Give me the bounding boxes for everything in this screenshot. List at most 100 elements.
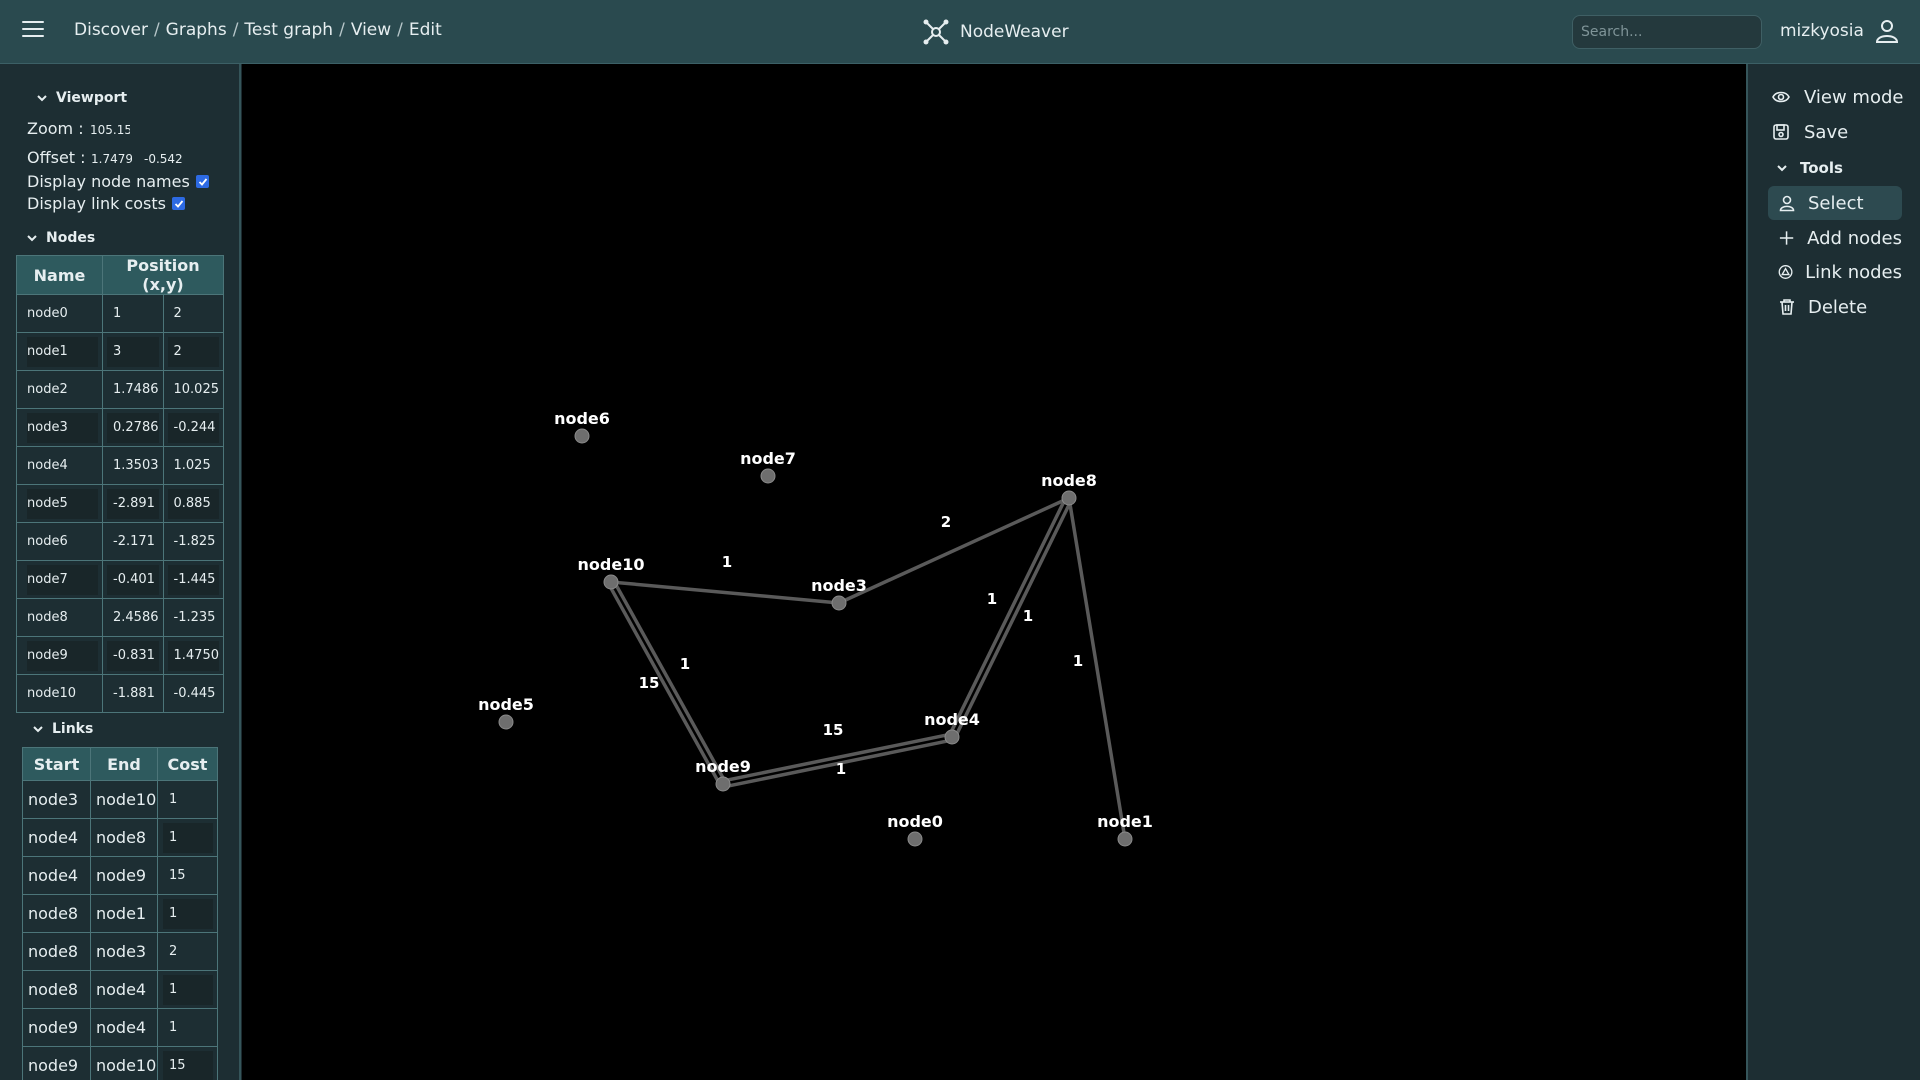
node-name-cell[interactable]: node4 (16, 446, 103, 485)
graph-link[interactable] (612, 579, 728, 784)
node-x-field[interactable]: 3 (107, 336, 159, 367)
node-y-cell[interactable]: -1.825 (162, 522, 224, 561)
link-start-cell[interactable]: node9 (22, 1008, 91, 1047)
tool-link-nodes[interactable]: Link nodes (1768, 255, 1902, 289)
node-y-cell[interactable]: 10.025 (162, 370, 224, 409)
link-start-cell[interactable]: node8 (22, 932, 91, 971)
node-name-cell[interactable]: node2 (16, 370, 103, 409)
node-name-cell[interactable]: node1 (16, 332, 103, 371)
graph-node[interactable] (715, 776, 731, 792)
link-end-cell[interactable]: node3 (90, 932, 158, 971)
node-x-cell[interactable]: 3 (102, 332, 164, 371)
node-x-cell[interactable]: -1.881 (102, 674, 164, 713)
graph-node[interactable] (603, 574, 619, 590)
link-cost-field[interactable]: 1 (163, 974, 213, 1005)
graph-node[interactable] (907, 831, 923, 847)
node-x-field[interactable]: -2.171 (107, 527, 159, 557)
node-y-cell[interactable]: 2 (162, 294, 224, 333)
graph-node[interactable] (944, 729, 960, 745)
graph-link[interactable] (947, 495, 1068, 737)
link-end-cell[interactable]: node8 (90, 818, 158, 857)
offset-x-field[interactable] (87, 148, 136, 170)
node-y-field[interactable]: 0.885 (167, 488, 219, 519)
graph-canvas[interactable]: 1 2 1 1 1 15 1 15 1 node0 node1 node3 node4 node5 node… (242, 64, 1746, 1080)
breadcrumb-test-graph[interactable]: Test graph (244, 20, 333, 40)
link-start-cell[interactable]: node8 (22, 970, 91, 1009)
link-cost-cell[interactable]: 1 (157, 970, 218, 1009)
node-x-cell[interactable]: 2.4586 (102, 598, 164, 637)
node-x-field[interactable]: 0.2786 (107, 412, 159, 443)
graph-link[interactable] (606, 582, 722, 787)
node-y-cell[interactable]: 0.885 (162, 484, 224, 523)
node-x-field[interactable]: -0.401 (107, 564, 159, 595)
link-cost-field[interactable]: 1 (163, 822, 213, 853)
link-cost-field[interactable]: 1 (163, 785, 213, 815)
link-end-cell[interactable]: node10 (90, 1046, 158, 1080)
link-end-cell[interactable]: node1 (90, 894, 158, 933)
link-end-cell[interactable]: node9 (90, 856, 158, 895)
offset-y-field[interactable] (140, 148, 188, 170)
link-cost-cell[interactable]: 1 (157, 780, 218, 819)
tool-delete[interactable]: Delete (1768, 290, 1902, 324)
graph-node[interactable] (1061, 490, 1077, 506)
node-y-cell[interactable]: -0.244 (162, 408, 224, 447)
node-y-cell[interactable]: 2 (162, 332, 224, 371)
link-start-cell[interactable]: node4 (22, 856, 91, 895)
node-x-cell[interactable]: -2.891 (102, 484, 164, 523)
node-y-field[interactable]: -0.244 (167, 412, 219, 443)
graph-link[interactable] (610, 580, 840, 605)
node-y-field[interactable]: 2 (168, 299, 220, 329)
link-costs-checkbox[interactable] (172, 197, 185, 210)
tool-add-nodes[interactable]: Add nodes (1768, 221, 1902, 255)
node-name-cell[interactable]: node3 (16, 408, 103, 447)
link-cost-field[interactable]: 1 (163, 1013, 213, 1043)
node-name-cell[interactable]: node5 (16, 484, 103, 523)
graph-node[interactable] (1117, 831, 1133, 847)
link-cost-cell[interactable]: 15 (157, 1046, 218, 1080)
node-x-field[interactable]: -0.831 (107, 640, 159, 671)
node-x-cell[interactable]: -2.171 (102, 522, 164, 561)
node-y-cell[interactable]: -0.445 (162, 674, 224, 713)
link-end-cell[interactable]: node4 (90, 1008, 158, 1047)
node-x-field[interactable]: 2.4586 (107, 603, 159, 633)
link-start-cell[interactable]: node4 (22, 818, 91, 857)
link-end-cell[interactable]: node10 (90, 780, 158, 819)
viewport-section-toggle[interactable]: Viewport (36, 90, 127, 106)
node-name-cell[interactable]: node8 (16, 598, 103, 637)
link-start-cell[interactable]: node8 (22, 894, 91, 933)
link-cost-field[interactable]: 1 (163, 898, 213, 929)
graph-node[interactable] (574, 428, 590, 444)
graph-svg[interactable]: 1 2 1 1 1 15 1 15 1 node0 node1 node3 node4 node5 node… (242, 64, 1746, 1080)
node-y-field[interactable]: 2 (167, 336, 219, 367)
node-x-field[interactable]: 1.7486 (107, 375, 159, 405)
node-y-cell[interactable]: 1.025 (162, 446, 224, 485)
link-cost-field[interactable]: 15 (163, 1050, 213, 1080)
menu-icon[interactable] (22, 21, 44, 41)
link-end-cell[interactable]: node4 (90, 970, 158, 1009)
node-name-cell[interactable]: node10 (16, 674, 103, 713)
node-y-field[interactable]: -1.445 (167, 564, 219, 595)
node-y-cell[interactable]: 1.4750 (162, 636, 224, 675)
graph-link[interactable] (953, 498, 1074, 740)
node-x-cell[interactable]: 1.7486 (102, 370, 164, 409)
graph-link[interactable] (838, 496, 1070, 605)
breadcrumb-graphs[interactable]: Graphs (166, 20, 227, 40)
node-y-cell[interactable]: -1.445 (162, 560, 224, 599)
node-y-field[interactable]: 1.025 (168, 451, 220, 481)
node-name-cell[interactable]: node9 (16, 636, 103, 675)
link-start-cell[interactable]: node3 (22, 780, 91, 819)
nodes-section-toggle[interactable]: Nodes (26, 230, 95, 246)
node-x-cell[interactable]: 0.2786 (102, 408, 164, 447)
link-cost-cell[interactable]: 1 (157, 818, 218, 857)
breadcrumb-discover[interactable]: Discover (74, 20, 148, 40)
link-start-cell[interactable]: node9 (22, 1046, 91, 1080)
graph-node[interactable] (760, 468, 776, 484)
link-cost-cell[interactable]: 1 (157, 894, 218, 933)
node-y-field[interactable]: 10.025 (168, 375, 220, 405)
node-name-cell[interactable]: node0 (16, 294, 103, 333)
username[interactable]: mizkyosia (1780, 21, 1864, 41)
node-x-field[interactable]: 1.3503 (107, 451, 159, 481)
node-y-field[interactable]: -1.825 (168, 527, 220, 557)
save-button[interactable]: Save (1772, 117, 1848, 147)
node-x-field[interactable]: 1 (107, 299, 159, 329)
